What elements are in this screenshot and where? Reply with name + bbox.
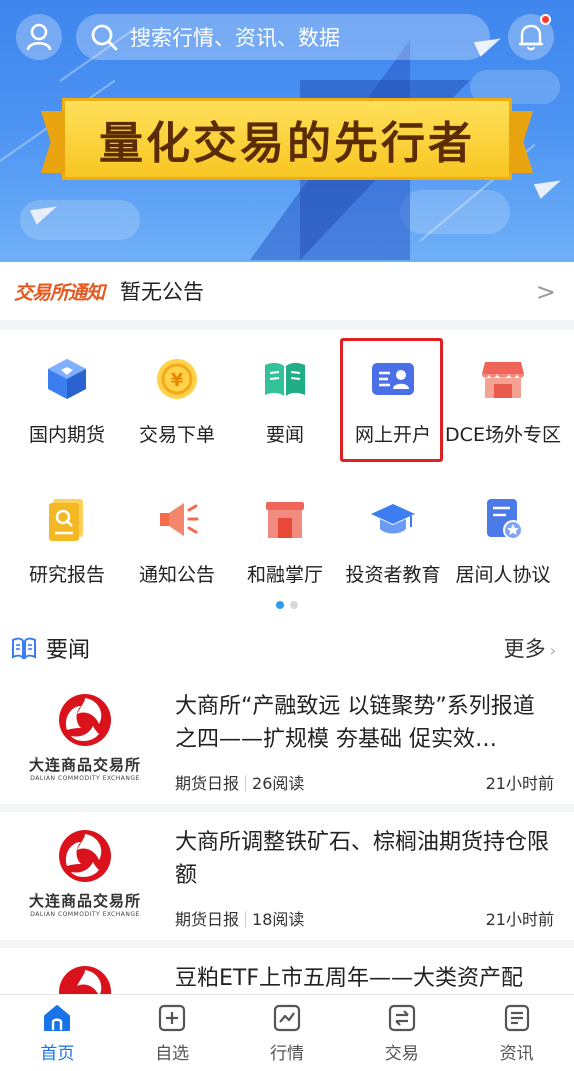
news-item[interactable]: 大连商品交易所 DALIAN COMMODITY EXCHANGE 大商所“产融… bbox=[0, 676, 574, 804]
news-item[interactable]: 大连商品交易所 DALIAN COMMODITY EXCHANGE 大商所调整铁… bbox=[0, 812, 574, 940]
grid-item-label: DCE场外专区 bbox=[445, 424, 561, 446]
yen-coin-icon: ¥ bbox=[157, 359, 197, 399]
page-indicator bbox=[0, 601, 574, 609]
grid-item-label: 通知公告 bbox=[138, 564, 215, 586]
user-icon bbox=[26, 23, 52, 51]
tab-label: 行情 bbox=[269, 1044, 304, 1064]
search-icon bbox=[91, 24, 118, 51]
home-icon bbox=[44, 1005, 71, 1031]
tab-watchlist[interactable]: 自选 bbox=[115, 995, 230, 1071]
tab-label: 首页 bbox=[40, 1044, 75, 1064]
dce-logo-en: DALIAN COMMODITY EXCHANGE bbox=[30, 911, 140, 918]
search-placeholder: 搜索行情、资讯、数据 bbox=[130, 26, 340, 50]
news-title: 大商所“产融致远 以链聚势”系列报道之四——扩规模 夯基础 促实效… bbox=[175, 694, 535, 752]
profile-button[interactable] bbox=[16, 14, 62, 60]
banner-slogan-box: 量化交易的先行者 bbox=[62, 98, 512, 180]
grid-item-herong-hall[interactable]: 和融掌厅 bbox=[228, 478, 342, 588]
news-title: 豆粕ETF上市五周年——大类资产配 bbox=[175, 966, 523, 991]
news-reads: 26阅读 bbox=[252, 774, 305, 793]
tab-label: 交易 bbox=[384, 1044, 419, 1064]
grid-item-label: 研究报告 bbox=[28, 564, 105, 586]
news-section-header: 要闻 更多 › bbox=[0, 620, 574, 676]
page-dot bbox=[290, 601, 298, 609]
news-source: 期货日报 bbox=[175, 910, 240, 929]
news-time: 21小时前 bbox=[485, 910, 554, 929]
grid-item-label: 投资者教育 bbox=[345, 564, 441, 586]
report-search-icon bbox=[49, 499, 83, 541]
notification-badge bbox=[540, 14, 551, 25]
grid-item-place-order[interactable]: ¥ 交易下单 bbox=[120, 338, 234, 448]
chevron-right-icon: > bbox=[535, 278, 556, 306]
tab-label: 资讯 bbox=[499, 1044, 534, 1064]
dce-swirl-icon bbox=[59, 830, 111, 882]
bell-icon bbox=[518, 24, 544, 51]
dce-swirl-icon bbox=[59, 966, 111, 994]
news-item[interactable]: 豆粕ETF上市五周年——大类资产配 bbox=[0, 948, 574, 994]
svg-text:¥: ¥ bbox=[171, 370, 184, 391]
dce-logo: 大连商品交易所 DALIAN COMMODITY EXCHANGE bbox=[12, 690, 158, 794]
store-icon bbox=[482, 362, 524, 398]
grid-item-label: 和融掌厅 bbox=[246, 564, 323, 586]
announcement-bar[interactable]: 交易所通知 暂无公告 > bbox=[0, 262, 574, 320]
document-star-icon bbox=[487, 499, 523, 540]
notice-logo: 交易所通知 bbox=[14, 281, 105, 304]
grid-item-label: 要闻 bbox=[265, 424, 304, 446]
dce-logo-cn: 大连商品交易所 bbox=[28, 892, 141, 910]
announcement-text: 暂无公告 bbox=[120, 280, 205, 304]
grid-item-dce-otc-zone[interactable]: DCE场外专区 bbox=[445, 338, 561, 448]
news-time: 21小时前 bbox=[485, 774, 554, 793]
banner-slogan: 量化交易的先行者 bbox=[99, 118, 475, 169]
grid-item-label: 国内期货 bbox=[28, 424, 105, 446]
tab-news[interactable]: 资讯 bbox=[459, 995, 574, 1071]
news-source: 期货日报 bbox=[175, 774, 240, 793]
news-reads: 18阅读 bbox=[252, 910, 305, 929]
grid-item-notices[interactable]: 通知公告 bbox=[120, 478, 234, 588]
news-doc-icon bbox=[504, 1004, 529, 1032]
news-title: 大商所调整铁矿石、棕榈油期货持仓限额 bbox=[175, 830, 550, 888]
grid-item-headlines[interactable]: 要闻 bbox=[228, 338, 342, 448]
dce-logo bbox=[12, 962, 158, 994]
megaphone-icon bbox=[160, 503, 199, 536]
dce-logo: 大连商品交易所 DALIAN COMMODITY EXCHANGE bbox=[12, 826, 158, 930]
tab-label: 自选 bbox=[155, 1044, 190, 1064]
grid-item-domestic-futures[interactable]: 国内期货 bbox=[10, 338, 124, 448]
dce-logo-en: DALIAN COMMODITY EXCHANGE bbox=[30, 775, 140, 782]
graduation-cap-icon bbox=[371, 504, 415, 534]
highlight-frame bbox=[340, 338, 443, 462]
plus-square-icon bbox=[159, 1004, 186, 1032]
grid-item-label: 交易下单 bbox=[138, 424, 215, 446]
page-dot-active bbox=[276, 601, 284, 609]
book-icon bbox=[265, 362, 305, 396]
dce-logo-cn: 大连商品交易所 bbox=[28, 756, 141, 774]
news-meta: 期货日报 18阅读 bbox=[175, 906, 304, 930]
dce-swirl-icon bbox=[59, 694, 111, 746]
chevron-right-icon: › bbox=[549, 641, 556, 660]
news-book-icon bbox=[12, 637, 36, 659]
tab-home[interactable]: 首页 bbox=[0, 995, 115, 1071]
news-more-link[interactable]: 更多 › bbox=[504, 633, 556, 663]
exchange-icon bbox=[388, 1004, 415, 1032]
tab-trade[interactable]: 交易 bbox=[344, 995, 459, 1071]
news-section-title: 要闻 bbox=[46, 638, 91, 663]
chart-line-icon bbox=[273, 1004, 301, 1032]
cube-icon bbox=[48, 359, 86, 399]
grid-item-intermediary-agreement[interactable]: 居间人协议 bbox=[446, 478, 560, 588]
grid-item-research-reports[interactable]: 研究报告 bbox=[10, 478, 124, 588]
grid-item-investor-education[interactable]: 投资者教育 bbox=[336, 478, 450, 588]
bottom-tab-bar: 首页 自选 行情 交易 资讯 bbox=[0, 994, 574, 1071]
notification-button[interactable] bbox=[508, 14, 554, 60]
search-input[interactable]: 搜索行情、资讯、数据 bbox=[76, 14, 490, 60]
shop-door-icon bbox=[266, 502, 304, 538]
more-label: 更多 bbox=[503, 637, 546, 661]
news-meta: 期货日报 26阅读 bbox=[175, 770, 304, 794]
tab-market[interactable]: 行情 bbox=[230, 995, 345, 1071]
grid-item-label: 居间人协议 bbox=[455, 564, 551, 586]
